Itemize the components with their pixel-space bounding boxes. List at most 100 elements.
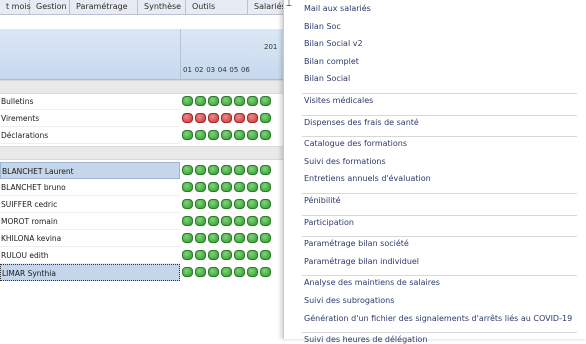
status-ok-icon[interactable] [221,165,232,175]
menu-item[interactable]: Entretiens annuels d'évaluation [304,174,431,183]
status-ok-icon[interactable] [247,216,258,226]
menu-item[interactable]: Bilan complet [304,57,359,66]
menu-item[interactable]: Visites médicales [304,96,373,105]
employee-row[interactable]: MOROT romain [0,213,300,230]
status-ok-icon[interactable] [182,182,193,192]
tab-1[interactable]: Gestion [30,0,70,14]
menu-item[interactable]: Pénibilité [304,196,341,205]
status-ok-icon[interactable] [234,233,245,243]
status-ok-icon[interactable] [260,113,271,123]
status-ok-icon[interactable] [221,216,232,226]
status-ok-icon[interactable] [195,250,206,260]
status-error-icon[interactable] [247,113,258,123]
menu-item[interactable]: Mail aux salariés [304,4,371,13]
menu-item[interactable]: Suivi des subrogations [304,296,394,305]
employee-row[interactable]: KHILONA kevina [0,230,300,247]
status-ok-icon[interactable] [221,267,232,277]
menu-item[interactable]: Suivi des heures de délégation [304,335,427,344]
status-ok-icon[interactable] [182,165,193,175]
status-ok-icon[interactable] [195,216,206,226]
status-ok-icon[interactable] [221,130,232,140]
status-ok-icon[interactable] [182,96,193,106]
status-ok-icon[interactable] [260,130,271,140]
menu-item[interactable]: Paramétrage bilan individuel [304,257,419,266]
menu-item[interactable]: Bilan Social [304,74,350,83]
status-ok-icon[interactable] [260,233,271,243]
summary-label[interactable]: Déclarations [0,127,180,144]
status-ok-icon[interactable] [195,182,206,192]
summary-row[interactable]: Bulletins [0,93,300,110]
employee-label[interactable]: MOROT romain [0,213,180,230]
employee-row[interactable]: RULOU edith [0,247,300,264]
status-ok-icon[interactable] [182,233,193,243]
status-ok-icon[interactable] [195,165,206,175]
status-ok-icon[interactable] [247,233,258,243]
menu-item[interactable]: Génération d'un fichier des signalements… [304,314,572,323]
tab-4[interactable]: Outils [186,0,248,14]
status-ok-icon[interactable] [208,199,219,209]
employee-label[interactable]: BLANCHET bruno [0,179,180,196]
status-ok-icon[interactable] [234,250,245,260]
status-ok-icon[interactable] [195,267,206,277]
status-error-icon[interactable] [221,113,232,123]
status-ok-icon[interactable] [260,165,271,175]
summary-label[interactable]: Bulletins [0,93,180,110]
status-ok-icon[interactable] [182,267,193,277]
status-ok-icon[interactable] [221,233,232,243]
summary-row[interactable]: Déclarations [0,127,300,144]
menu-item[interactable]: Dispenses des frais de santé [304,118,419,127]
status-ok-icon[interactable] [260,182,271,192]
status-ok-icon[interactable] [260,267,271,277]
status-ok-icon[interactable] [234,216,245,226]
status-ok-icon[interactable] [208,96,219,106]
status-error-icon[interactable] [234,113,245,123]
employee-label[interactable]: KHILONA kevina [0,230,180,247]
employee-row[interactable]: BLANCHET Laurent [0,162,300,179]
status-ok-icon[interactable] [208,165,219,175]
status-ok-icon[interactable] [182,216,193,226]
status-error-icon[interactable] [182,113,193,123]
employee-row[interactable]: BLANCHET bruno [0,179,300,196]
status-ok-icon[interactable] [234,130,245,140]
status-ok-icon[interactable] [182,250,193,260]
status-ok-icon[interactable] [221,96,232,106]
summary-row[interactable]: Virements [0,110,300,127]
status-ok-icon[interactable] [208,182,219,192]
status-ok-icon[interactable] [195,96,206,106]
employee-label[interactable]: RULOU edith [0,247,180,264]
tab-0[interactable]: t mois [0,0,31,14]
status-ok-icon[interactable] [234,96,245,106]
status-error-icon[interactable] [195,113,206,123]
menu-item[interactable]: Suivi des formations [304,157,386,166]
status-ok-icon[interactable] [247,199,258,209]
status-ok-icon[interactable] [247,130,258,140]
status-ok-icon[interactable] [208,233,219,243]
status-ok-icon[interactable] [247,96,258,106]
tab-3[interactable]: Synthèse [138,0,186,14]
menu-item[interactable]: Bilan Social v2 [304,39,363,48]
status-error-icon[interactable] [208,113,219,123]
menu-item[interactable]: Analyse des maintiens de salaires [304,278,440,287]
status-ok-icon[interactable] [208,130,219,140]
status-ok-icon[interactable] [260,96,271,106]
status-ok-icon[interactable] [182,130,193,140]
status-ok-icon[interactable] [260,216,271,226]
employee-label[interactable]: LIMAR Synthia [0,264,180,281]
menu-item[interactable]: Bilan Soc [304,22,341,31]
status-ok-icon[interactable] [208,267,219,277]
status-ok-icon[interactable] [195,130,206,140]
summary-label[interactable]: Virements [0,110,180,127]
status-ok-icon[interactable] [260,199,271,209]
status-ok-icon[interactable] [234,182,245,192]
tab-2[interactable]: Paramétrage [70,0,138,14]
status-ok-icon[interactable] [247,267,258,277]
status-ok-icon[interactable] [234,165,245,175]
status-ok-icon[interactable] [195,233,206,243]
employee-row[interactable]: SUIFFER cedric [0,196,300,213]
status-ok-icon[interactable] [247,182,258,192]
employee-label[interactable]: BLANCHET Laurent [0,162,180,179]
status-ok-icon[interactable] [247,250,258,260]
status-ok-icon[interactable] [221,199,232,209]
status-ok-icon[interactable] [234,267,245,277]
status-ok-icon[interactable] [195,199,206,209]
